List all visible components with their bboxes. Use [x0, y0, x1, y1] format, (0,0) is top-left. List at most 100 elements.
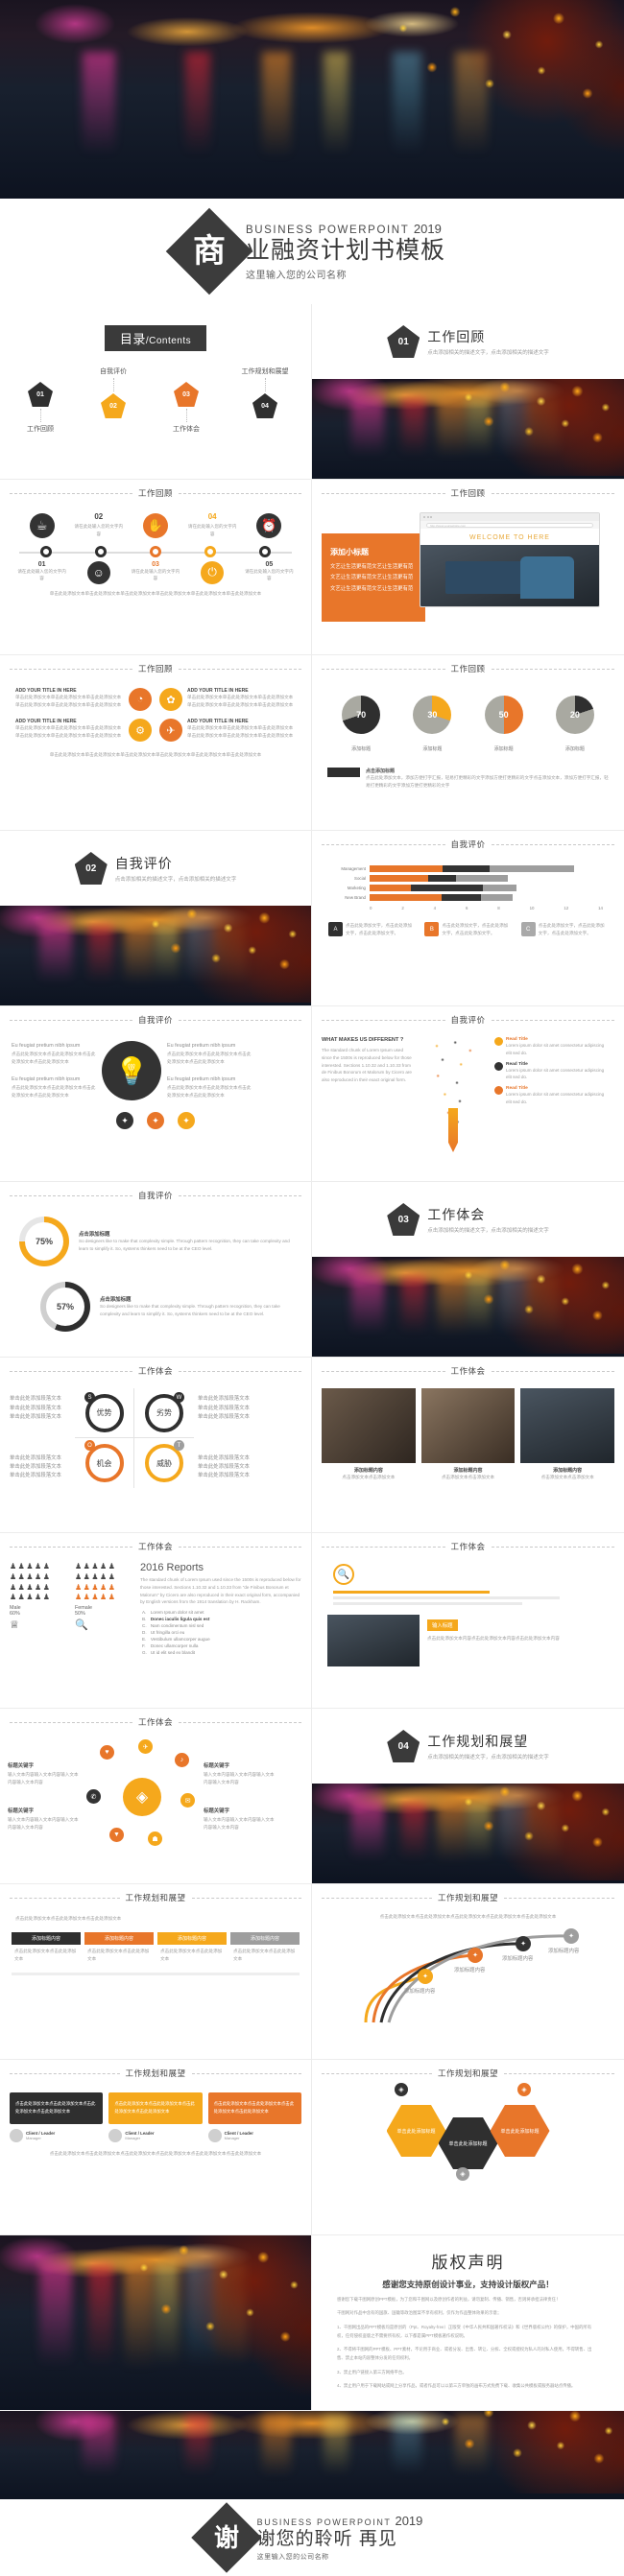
photo-card-1[interactable]: 添加标题内容 点击添加文本点击添加文本	[420, 1388, 516, 1481]
radial-node-0[interactable]: ♥	[100, 1745, 114, 1760]
quote-card-0[interactable]: 点击此处添加文本点击此处添加文本点击此处添加文本点击此处添加文本 Client …	[10, 2092, 104, 2142]
pencil-item-1[interactable]: Read Title Lorem ipsum dolor sit amet co…	[494, 1061, 610, 1082]
pencil-item-2[interactable]: Read Title Lorem ipsum dolor sit amet co…	[494, 1086, 610, 1106]
timeline-step-5[interactable]: ⏰	[244, 512, 294, 538]
step-card-2[interactable]: 添加标题内容 点击此处添加文本点击此处添加文本	[157, 1931, 227, 1966]
quote-role-1: Manager	[125, 2135, 141, 2140]
slide-timeline[interactable]: 工作回顾 ☕ 02 请在此处输入您的文字内容 ✋ 04 请在此处输入您的文字内容	[0, 480, 312, 655]
slide-copyright[interactable]: 版权声明 感谢您支持原创设计事业，支持设计版权产品！ 感谢您下载千图网原创PPT…	[312, 2235, 624, 2411]
photo-card-0[interactable]: 添加标题内容 点击添加文本点击添加文本	[322, 1388, 416, 1481]
slide-section-03[interactable]: 03 工作体会 点击添加相关的描述文字，点击添加相关的描述文字	[312, 1182, 624, 1358]
timeline-step-2[interactable]: 02 请在此处输入您的文字内容	[74, 512, 124, 538]
pictogram-male[interactable]: ♟♟♟♟♟ ♟♟♟♟♟ ♟♟♟♟♟ ♟♟♟♟♟ Male 60% ♕	[10, 1562, 69, 1656]
slide-three-photos[interactable]: 工作体会 添加标题内容 点击添加文本点击添加文本 添加标题内容 点击添加文本点击…	[312, 1358, 624, 1533]
swot-quadrant-s[interactable]: 优势 S	[75, 1388, 134, 1438]
step-card-title-0: 添加标题内容	[12, 1931, 81, 1945]
slide-section-02[interactable]: 02 自我评价 点击添加相关的描述文字，点击添加相关的描述文字	[0, 831, 312, 1006]
pies-caption-title: 点击添加标题	[366, 768, 396, 774]
timeline-step-1[interactable]: ☕	[17, 512, 67, 538]
radial-node-3[interactable]: ✆	[86, 1789, 101, 1804]
radial-label-3: 标题关键字	[204, 1808, 229, 1814]
donut-row-0[interactable]: 75% 点击添加标题 So designers like to make tha…	[0, 1201, 311, 1266]
pie-label-1: 添加标题	[422, 746, 443, 752]
slide-bar-chart[interactable]: 自我评价 Management Social Marketing New Bra…	[312, 831, 624, 1006]
closing-chinese-title: 谢您的聆听 再见	[256, 2528, 397, 2549]
pie-0[interactable]: 70 添加标题	[342, 696, 381, 752]
hex-0[interactable]: 单击此处添加标题	[386, 2105, 446, 2157]
radial-node-5[interactable]: ▼	[109, 1828, 124, 1842]
photo-card-2[interactable]: 添加标题内容 点击添加文本点击添加文本	[520, 1388, 615, 1481]
slide-pie-charts[interactable]: 工作回顾 70 添加标题 30 添加标题 50 添加标题 20 添加标题 点击添…	[312, 655, 624, 831]
tree-node-0[interactable]: ✦	[418, 1968, 433, 1984]
quote-card-1[interactable]: 点击此处添加文本点击此处添加文本点击此处添加文本点击此处添加文本 Client …	[108, 2092, 203, 2142]
slide-section-01[interactable]: 01 工作回顾 点击添加相关的描述文字，点击添加相关的描述文字	[312, 304, 624, 480]
box-item-2[interactable]: ADD YOUR TITLE IN HERE 单击此处添加文本单击此处添加文本单…	[15, 719, 152, 742]
toc-item-3[interactable]: 工作规划和展望 04	[231, 366, 299, 418]
slide-section-04[interactable]: 04 工作规划和展望 点击添加相关的描述文字，点击添加相关的描述文字	[312, 1709, 624, 1884]
slide-quotes[interactable]: 工作规划和展望 点击此处添加文本点击此处添加文本点击此处添加文本点击此处添加文本…	[0, 2060, 312, 2235]
slide-hexagons[interactable]: 工作规划和展望 单击此处添加标题 单击此处添加标题 单击此处添加标题 ◈ ◈ ◈	[312, 2060, 624, 2235]
legend-item-a[interactable]: A 点击此处添加文字，点击此处添加文字，点击此处添加文字。	[328, 922, 415, 937]
hex-1[interactable]: 单击此处添加标题	[438, 2117, 498, 2169]
swot-quadrant-w[interactable]: 劣势 W	[134, 1388, 194, 1438]
step-num-4: 04	[207, 512, 217, 521]
donut-row-1[interactable]: 57% 点击添加标题 So designers like to make tha…	[21, 1266, 311, 1332]
slide-four-boxes[interactable]: 工作回顾 ADD YOUR TITLE IN HERE 单击此处添加文本单击此处…	[0, 655, 312, 831]
browser-window[interactable]: http://www.yourwebsite.com WELCOME TO HE…	[420, 512, 600, 607]
box-item-3[interactable]: ✈ ADD YOUR TITLE IN HERE 单击此处添加文本单击此处添加文…	[159, 719, 296, 742]
tree-node-3[interactable]: ✦	[564, 1927, 579, 1944]
radial-node-6[interactable]: ☗	[148, 1832, 162, 1846]
pie-2[interactable]: 50 添加标题	[484, 696, 523, 752]
pencil-item-0[interactable]: Read Title Lorem ipsum dolor sit amet co…	[494, 1037, 610, 1057]
caption-swatch	[327, 768, 360, 777]
slide-header-fourbox: 工作回顾	[0, 655, 311, 674]
slide-pencil[interactable]: 自我评价 WHAT MAKES US DIFFERENT ? The stand…	[312, 1006, 624, 1182]
pictogram-female[interactable]: ♟♟♟♟♟ ♟♟♟♟♟ ♟♟♟♟♟ ♟♟♟♟♟ Female 50% 🔍	[75, 1562, 134, 1656]
quote-card-2[interactable]: 点击此处添加文本点击此处添加文本点击此处添加文本点击此处添加文本 Client …	[207, 2092, 301, 2142]
legend-item-c[interactable]: C 点击此处添加文字，点击此处添加文字，点击此处添加文字。	[520, 922, 608, 937]
hex-2[interactable]: 单击此处添加标题	[490, 2105, 550, 2157]
swot-note-l1: 单击此处添加段落文本	[10, 1396, 61, 1403]
timeline-axis	[19, 545, 292, 559]
legend-item-b[interactable]: B 点击此处添加文字，点击此处添加文字，点击此处添加文字。	[424, 922, 511, 937]
toc-item-0[interactable]: 01 工作回顾	[12, 366, 68, 434]
radial-node-2[interactable]: ♪	[175, 1753, 189, 1767]
radial-node-1[interactable]: ✈	[138, 1739, 153, 1754]
section-title-03: 工作体会	[427, 1207, 486, 1222]
radial-text-3: 输入文本内容输入文本内容输入文本内容输入文本内容	[204, 1817, 275, 1830]
timeline-step-3[interactable]: ✋	[131, 512, 180, 538]
slide-tree[interactable]: 工作规划和展望 点击此处添加文本点击此处添加文本点击此处添加文本点击此处添加文本…	[312, 1884, 624, 2060]
swot-quadrant-t[interactable]: 威胁 T	[134, 1438, 194, 1488]
bulb-chip-icon-3[interactable]: ✦	[178, 1112, 195, 1129]
tree-node-2[interactable]: ✦	[516, 1935, 531, 1951]
slide-full-photo[interactable]	[0, 2235, 312, 2411]
header-text: 工作体会	[450, 1366, 486, 1376]
tree-node-1[interactable]: ✦	[468, 1947, 483, 1963]
swot-quadrant-o[interactable]: 机会 O	[75, 1438, 134, 1488]
box-item-0[interactable]: ADD YOUR TITLE IN HERE 单击此处添加文本单击此处添加文本单…	[15, 688, 152, 711]
browser-address-bar[interactable]: http://www.yourwebsite.com	[426, 522, 593, 528]
step-num-3: 03	[152, 560, 159, 568]
step-card-3[interactable]: 添加标题内容 点击此处添加文本点击此处添加文本	[230, 1931, 300, 1966]
slide-swot[interactable]: 工作体会 单击此处添加段落文本 单击此处添加段落文本 单击此处添加段落文本 单击…	[0, 1358, 312, 1533]
slide-radial[interactable]: 工作体会 标题关键字 输入文本内容输入文本内容输入文本内容输入文本内容 标题关键…	[0, 1709, 312, 1884]
bulb-chip-icon-2[interactable]: ✦	[147, 1112, 164, 1129]
slide-keyboard-photo[interactable]: 工作体会 🔍 输入标题 点击此处添加文本内容点击此处添加文本内容点击此处添加文本…	[312, 1533, 624, 1709]
step-card-1[interactable]: 添加标题内容 点击此处添加文本点击此处添加文本	[84, 1931, 154, 1966]
slide-2016-reports[interactable]: 工作体会 ♟♟♟♟♟ ♟♟♟♟♟ ♟♟♟♟♟ ♟♟♟♟♟ Male 60% ♕ ♟♟♟…	[0, 1533, 312, 1709]
slide-contents[interactable]: 目录/Contents 01 工作回顾 自我评价 02 03 工作体会 工作规划…	[0, 304, 312, 480]
slide-browser-mockup[interactable]: 工作回顾 添加小标题 文艺让生活更有范文艺让生活更有范 文艺让生活更有范文艺让生…	[312, 480, 624, 655]
timeline-step-4[interactable]: 04 请在此处输入您的文字内容	[187, 512, 237, 538]
pie-3[interactable]: 20 添加标题	[555, 696, 594, 752]
slide-donut-progress[interactable]: 自我评价 75% 点击添加标题 So designers like to mak…	[0, 1182, 312, 1358]
quote-text-0: 点击此处添加文本点击此处添加文本点击此处添加文本点击此处添加文本	[10, 2092, 104, 2124]
step-card-0[interactable]: 添加标题内容 点击此处添加文本点击此处添加文本	[12, 1931, 81, 1966]
pie-1[interactable]: 30 添加标题	[413, 696, 452, 752]
toc-item-1[interactable]: 自我评价 02	[85, 366, 141, 418]
radial-node-4[interactable]: ✉	[180, 1793, 195, 1808]
bulb-chip-icon-1[interactable]: ✦	[116, 1112, 133, 1129]
slide-step-cards[interactable]: 工作规划和展望 点击此处添加文本点击此处添加文本点击此处添加文本 添加标题内容 …	[0, 1884, 312, 2060]
box-item-1[interactable]: ✿ ADD YOUR TITLE IN HERE 单击此处添加文本单击此处添加文…	[159, 688, 296, 711]
slide-bulb[interactable]: 自我评价 Eu feugiat pretium nibh ipsum 点击此处添…	[0, 1006, 312, 1182]
toc-item-2[interactable]: 03 工作体会	[158, 366, 214, 434]
